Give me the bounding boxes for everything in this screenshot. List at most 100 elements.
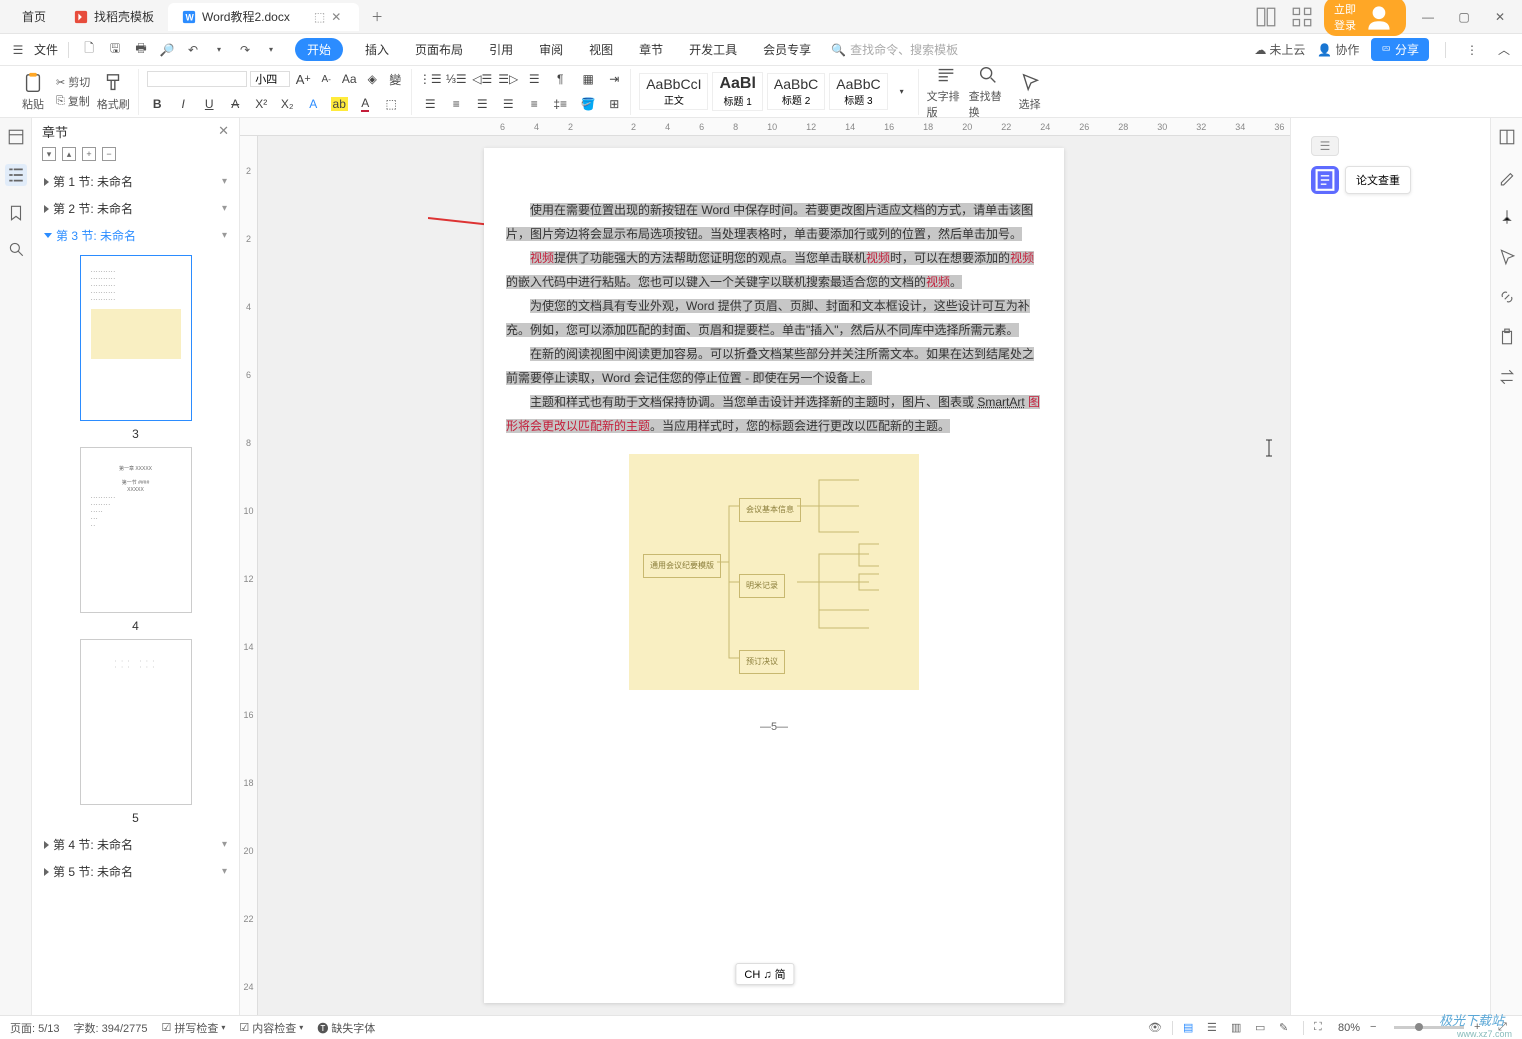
tab-document[interactable]: W Word教程2.docx ⬚ ✕ bbox=[168, 3, 359, 31]
cursor-select-icon[interactable] bbox=[1498, 248, 1516, 266]
zoom-out-button[interactable]: − bbox=[1370, 1021, 1384, 1035]
ribbon-tab-view[interactable]: 视图 bbox=[585, 37, 617, 62]
sort-button[interactable]: ¶ bbox=[550, 69, 570, 89]
cut-button[interactable]: ✂剪切 bbox=[56, 74, 90, 90]
copy-button[interactable]: ⎘复制 bbox=[56, 93, 90, 109]
properties-icon[interactable] bbox=[1498, 128, 1516, 146]
find-replace-button[interactable]: 查找替换 bbox=[969, 64, 1007, 120]
chevron-down-icon[interactable]: ▾ bbox=[222, 866, 227, 877]
thumbnails-view-icon[interactable] bbox=[7, 128, 25, 146]
ribbon-tab-layout[interactable]: 页面布局 bbox=[411, 37, 467, 62]
change-case-icon[interactable]: Aa bbox=[339, 69, 359, 89]
page-3[interactable]: 使用在需要位置出现的新按钮在 Word 中保存时间。若要更改图片适应文档的方式，… bbox=[484, 148, 1064, 1003]
share-button[interactable]: ⮹分享 bbox=[1371, 38, 1429, 61]
new-tab-button[interactable]: ＋ bbox=[365, 5, 389, 29]
tabs-mark-button[interactable]: ⇥ bbox=[604, 69, 624, 89]
align-left-button[interactable]: ☰ bbox=[420, 94, 440, 114]
view-outline-icon[interactable]: ☰ bbox=[1207, 1021, 1221, 1035]
save-icon[interactable]: 🖫 bbox=[105, 40, 125, 60]
close-icon[interactable]: ✕ bbox=[331, 10, 345, 24]
fill-color-button[interactable]: 🪣 bbox=[578, 94, 598, 114]
nav-section-item[interactable]: 第 2 节: 未命名▾ bbox=[40, 195, 231, 222]
bookmark-icon[interactable] bbox=[7, 204, 25, 222]
font-family-select[interactable] bbox=[147, 71, 247, 87]
ribbon-tab-vip[interactable]: 会员专享 bbox=[759, 37, 815, 62]
view-page-icon[interactable]: ▤ bbox=[1183, 1021, 1197, 1035]
layout-grid-icon[interactable] bbox=[1252, 7, 1280, 27]
new-doc-icon[interactable]: 🗋 bbox=[79, 40, 99, 60]
ribbon-tab-insert[interactable]: 插入 bbox=[361, 37, 393, 62]
nav-section-item[interactable]: 第 5 节: 未命名▾ bbox=[40, 858, 231, 885]
subscript-button[interactable]: X₂ bbox=[277, 94, 297, 114]
cooperation-button[interactable]: 👤协作 bbox=[1317, 41, 1359, 58]
status-words[interactable]: 字数: 394/2775 bbox=[74, 1020, 148, 1036]
select-button[interactable]: 选择 bbox=[1011, 72, 1049, 112]
align-center-button[interactable]: ≡ bbox=[446, 94, 466, 114]
side-handle-collapse[interactable]: ☰ bbox=[1311, 136, 1339, 156]
shrink-font-icon[interactable]: A- bbox=[316, 69, 336, 89]
search-tool-icon[interactable] bbox=[7, 240, 25, 258]
status-content[interactable]: ☑内容检查▾ bbox=[239, 1020, 303, 1036]
cloud-status[interactable]: ☁未上云 bbox=[1254, 41, 1305, 58]
window-close-button[interactable]: ✕ bbox=[1486, 7, 1514, 27]
status-spell[interactable]: ☑拼写检查▾ bbox=[162, 1020, 226, 1036]
bold-button[interactable]: B bbox=[147, 94, 167, 114]
text-layout-button[interactable]: 文字排版 bbox=[927, 64, 965, 120]
page-thumbnail-4[interactable]: 第一章 XXXXX第一节 ####XXXXX ．．．．．．．．．．．．．．．．．… bbox=[80, 447, 192, 613]
embedded-diagram[interactable]: 通用会议纪要模版 会议基本信息 明米记录 预订决议 bbox=[629, 454, 919, 690]
align-right-button[interactable]: ☰ bbox=[472, 94, 492, 114]
zoom-level[interactable]: 80% bbox=[1338, 1022, 1360, 1034]
zoom-in-button[interactable]: + bbox=[1474, 1021, 1488, 1035]
redo-icon[interactable]: ↷ bbox=[235, 40, 255, 60]
collapse-ribbon-icon[interactable]: ︿ bbox=[1494, 40, 1514, 60]
print-icon[interactable]: 🖶 bbox=[131, 40, 151, 60]
login-button[interactable]: 立即登录 bbox=[1324, 0, 1406, 36]
command-search[interactable]: 🔍 查找命令、搜索模板 bbox=[831, 41, 958, 58]
essay-check-icon[interactable] bbox=[1311, 166, 1339, 194]
doc-paragraph[interactable]: 为使您的文档具有专业外观，Word 提供了页眉、页脚、封面和文本框设计，这些设计… bbox=[506, 294, 1042, 342]
clipboard-icon[interactable] bbox=[1498, 328, 1516, 346]
style-normal[interactable]: AaBbCcI正文 bbox=[639, 73, 708, 110]
fit-page-icon[interactable]: ⛶ bbox=[1314, 1021, 1328, 1035]
doc-paragraph[interactable]: 在新的阅读视图中阅读更加容易。可以折叠文档某些部分并关注所需文本。如果在达到结尾… bbox=[506, 342, 1042, 390]
window-maximize-button[interactable]: ▢ bbox=[1450, 7, 1478, 27]
nav-section-item[interactable]: 第 4 节: 未命名▾ bbox=[40, 831, 231, 858]
highlight-button[interactable]: ab bbox=[329, 94, 349, 114]
line-spacing-button[interactable]: ‡≡ bbox=[550, 94, 570, 114]
pen-icon[interactable] bbox=[1498, 168, 1516, 186]
status-font-missing[interactable]: 🅣缺失字体 bbox=[317, 1020, 375, 1036]
vertical-ruler[interactable]: 22468101214161820222426 bbox=[240, 136, 258, 1015]
distribute-button[interactable]: ≡ bbox=[524, 94, 544, 114]
hamburger-icon[interactable]: ☰ bbox=[8, 40, 28, 60]
horizontal-ruler[interactable]: 642246810121416182022242628303234363840 bbox=[240, 118, 1290, 136]
fullscreen-icon[interactable]: ⤢ bbox=[1498, 1021, 1512, 1035]
text-direction-button[interactable]: ☰ bbox=[524, 69, 544, 89]
essay-check-label[interactable]: 论文查重 bbox=[1345, 166, 1411, 194]
ribbon-tab-review[interactable]: 审阅 bbox=[535, 37, 567, 62]
decrease-indent-button[interactable]: ◁☰ bbox=[472, 69, 492, 89]
apps-icon[interactable] bbox=[1288, 7, 1316, 27]
phonetic-icon[interactable]: 變 bbox=[385, 69, 405, 89]
page-thumbnail-5[interactable]: : : : : : :: : : : : : bbox=[80, 639, 192, 805]
ribbon-tab-dev[interactable]: 开发工具 bbox=[685, 37, 741, 62]
chevron-down-icon[interactable]: ▾ bbox=[222, 839, 227, 850]
grow-font-icon[interactable]: A+ bbox=[293, 69, 313, 89]
style-heading1[interactable]: AaBl标题 1 bbox=[712, 72, 762, 111]
chevron-down-icon[interactable]: ▾ bbox=[222, 176, 227, 187]
chain-icon[interactable] bbox=[1498, 288, 1516, 306]
ribbon-tab-reference[interactable]: 引用 bbox=[485, 37, 517, 62]
chevron-down-icon[interactable]: ▾ bbox=[222, 230, 227, 241]
status-page[interactable]: 页面: 5/13 bbox=[10, 1020, 60, 1036]
ribbon-tab-section[interactable]: 章节 bbox=[635, 37, 667, 62]
nav-section-item[interactable]: 第 1 节: 未命名▾ bbox=[40, 168, 231, 195]
tab-template[interactable]: 找稻壳模板 bbox=[60, 3, 168, 31]
underline-button[interactable]: U bbox=[199, 94, 219, 114]
numbering-button[interactable]: ⅓☰ bbox=[446, 69, 466, 89]
view-read-icon[interactable]: ▭ bbox=[1255, 1021, 1269, 1035]
increase-indent-button[interactable]: ☰▷ bbox=[498, 69, 518, 89]
doc-paragraph[interactable]: 主题和样式也有助于文档保持协调。当您单击设计并选择新的主题时，图片、图表或 Sm… bbox=[506, 390, 1042, 438]
font-color-button[interactable]: A bbox=[355, 94, 375, 114]
undo-icon[interactable]: ↶ bbox=[183, 40, 203, 60]
more-menu-icon[interactable]: ⋮ bbox=[1462, 40, 1482, 60]
bullets-button[interactable]: ⋮☰ bbox=[420, 69, 440, 89]
